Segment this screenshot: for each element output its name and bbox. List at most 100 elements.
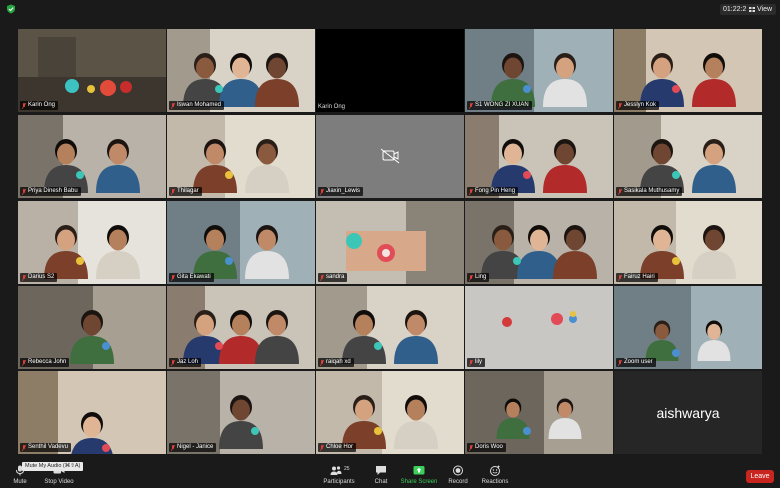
handmade-object [672,257,680,265]
stop-video-label: Stop Video [44,479,74,485]
participants-button[interactable]: 25 Participants [322,463,356,487]
participant-tile[interactable]: Doris Woo [465,371,613,454]
participant-name: Doris Woo [475,444,503,450]
participant-tile[interactable]: Nigel - Janice [167,371,315,454]
handmade-object [225,171,233,179]
reactions-button[interactable]: Reactions [480,463,510,487]
video-feed [167,201,315,284]
handmade-object [346,233,362,249]
video-feed [167,286,315,369]
muted-mic-icon [618,274,622,281]
participant-tile[interactable]: sandra [316,201,464,284]
participant-name: Fong Pin Heng [475,188,516,194]
participant-name-label: Chloe Hor [318,443,357,452]
video-feed [316,201,464,284]
muted-mic-icon [22,444,26,451]
muted-mic-icon [469,444,473,451]
participant-tile[interactable]: Jesslyn Kok [614,29,762,112]
handmade-object [87,85,95,93]
record-icon [453,465,463,476]
muted-mic-icon [469,102,473,109]
participant-name: Karin Ong [318,104,346,110]
participant-tile[interactable]: aishwarya [614,371,762,454]
share-screen-button[interactable]: Share Screen [400,463,438,487]
participant-tile[interactable]: Sasikala Muthusamy [614,115,762,198]
muted-mic-icon [618,102,622,109]
handmade-object [672,349,680,357]
participant-name-label: sandra [318,273,348,282]
video-feed [167,371,315,454]
handmade-object [76,171,84,179]
handmade-object [382,249,390,257]
participant-tile[interactable]: Ling [465,201,613,284]
participant-name-label: Ling [467,273,490,282]
participant-tile[interactable]: Fairuz Hairi [614,201,762,284]
handmade-object [215,342,223,350]
record-label: Record [448,479,468,485]
participant-tile[interactable]: Zoom user [614,286,762,369]
participant-name-label: Sasikala Muthusamy [616,187,683,196]
participant-tile[interactable]: Iswan Mohamed [167,29,315,112]
video-feed [316,286,464,369]
participant-tile[interactable]: Chloe Hor [316,371,464,454]
record-button[interactable]: Record [446,463,470,487]
handmade-object [76,257,84,265]
video-feed [465,371,613,454]
participant-name: Jiaxin_Lewis [326,188,361,194]
leave-button[interactable]: Leave [746,470,774,483]
video-feed [167,115,315,198]
participants-label: Participants [323,479,355,485]
video-feed [316,115,464,198]
video-feed [316,371,464,454]
participant-name: sandra [326,274,345,280]
handmade-object [513,257,521,265]
participant-tile[interactable]: Jaz Loh [167,286,315,369]
reactions-label: Reactions [481,479,509,485]
participant-name-label: Jiaxin_Lewis [318,187,364,196]
video-feed [465,286,613,369]
handmade-object [502,317,512,327]
participant-tile[interactable]: S1 WONG ZI XUAN [465,29,613,112]
meeting-toolbar: Mute Stop Video 25 Participants Chat Sha… [0,460,780,488]
participant-name: Iswan Mohamed [177,102,222,108]
participant-name-label: Priya Dinesh Babu [20,187,81,196]
participant-name: raiqah xd [326,359,351,365]
table-surface [465,286,613,369]
participant-tile[interactable]: Rebecca John [18,286,166,369]
participant-tile[interactable]: Thilagar [167,115,315,198]
participant-tile[interactable]: Jiaxin_Lewis [316,115,464,198]
participant-name: S1 WONG ZI XUAN [475,102,529,108]
handmade-object [374,342,382,350]
video-gallery: Karin Ong Iswan Mohamed Karin Ong S1 WONG Z… [0,0,780,460]
participant-tile[interactable]: Fong Pin Heng [465,115,613,198]
handmade-object [120,81,132,93]
participant-tile[interactable]: Darius S2 [18,201,166,284]
participant-tile[interactable]: Priya Dinesh Babu [18,115,166,198]
participant-tile[interactable]: raiqah xd [316,286,464,369]
participant-name: Karin Ong [28,102,56,108]
participant-name: Darius S2 [28,274,55,280]
muted-mic-icon [320,188,324,195]
muted-mic-icon [22,359,26,366]
video-feed [465,29,613,112]
handmade-object [570,311,576,317]
cabinet [38,37,76,77]
participant-tile[interactable]: Karin Ong [316,29,464,112]
participant-name-label: Darius S2 [20,273,58,282]
chat-bubble-icon [376,466,386,475]
participants-count: 25 [344,466,350,472]
video-feed [18,201,166,284]
participant-tile[interactable]: lily [465,286,613,369]
chat-button[interactable]: Chat [370,463,392,487]
video-feed [614,115,762,198]
participant-tile[interactable]: Senthil Vadevu [18,371,166,454]
video-feed [614,286,762,369]
participant-tile[interactable]: Karin Ong [18,29,166,112]
wall [18,371,58,454]
participant-name-label: Jesslyn Kok [616,101,660,110]
participant-tile[interactable]: Gita Ekawati [167,201,315,284]
participant-name-label: Doris Woo [467,443,506,452]
share-screen-icon [413,466,425,475]
muted-mic-icon [22,188,26,195]
muted-mic-icon [320,274,324,281]
